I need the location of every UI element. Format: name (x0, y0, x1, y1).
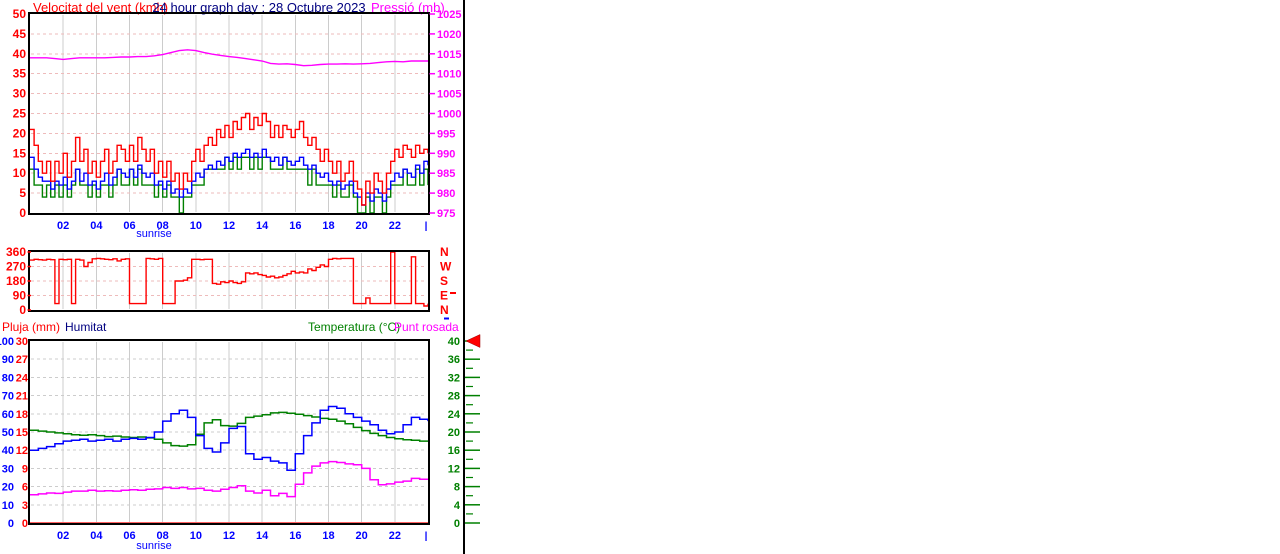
axis-tick-label: 50 (2, 427, 14, 439)
axis-tick-label: 10 (13, 166, 27, 180)
axis-tick-label: 08 (157, 220, 169, 232)
axis-tick-label: 980 (437, 188, 455, 200)
axis-tick-label: 18 (322, 220, 334, 232)
axis-tick-label: 08 (157, 530, 169, 542)
axis-tick-label: 180 (6, 274, 26, 288)
axis-tick-label: 25 (13, 107, 27, 121)
axis-tick-label: 3 (22, 500, 28, 512)
axis-tick-label: 16 (289, 220, 301, 232)
axis-tick-label: 35 (13, 67, 27, 81)
axis-tick-label: 27 (16, 354, 28, 366)
compass-label: E (440, 289, 448, 303)
axis-tick-label: 12 (223, 530, 235, 542)
axis-tick-label: 70 (2, 391, 14, 403)
axis-tick-label: 36 (448, 354, 460, 366)
axis-tick-label: 20 (2, 482, 14, 494)
axis-tick-label: 02 (57, 220, 69, 232)
axis-tick-label: 60 (2, 409, 14, 421)
axis-tick-label: 04 (90, 530, 103, 542)
axis-tick-label: 0 (19, 303, 26, 317)
axis-tick-label: 40 (2, 445, 14, 457)
axis-tick-label: 40 (448, 336, 460, 348)
weather-24h-graph-page: Velocitat del vent (kmh) 24 hour graph d… (0, 0, 1280, 554)
axis-tick-label: 360 (6, 245, 26, 259)
wind-pressure-chart: 0510152025303540455097598098599099510001… (13, 7, 462, 232)
axis-tick-label: 10 (190, 220, 202, 232)
rain-humidity-temperature-chart: 0102030405060708090100036912151821242730… (0, 334, 481, 542)
axis-tick-label: 4 (454, 500, 461, 512)
axis-tick-label: 5 (19, 186, 26, 200)
axis-tick-label: 975 (437, 208, 455, 220)
axis-tick-label: 90 (13, 289, 27, 303)
axis-tick-label: 24 (16, 372, 29, 384)
axis-tick-label: 06 (123, 220, 135, 232)
axis-tick-label: 100 (0, 336, 14, 348)
axis-tick-label: 1000 (437, 109, 461, 121)
axis-tick-label: 16 (289, 530, 301, 542)
axis-tick-label: 16 (448, 445, 460, 457)
temp-scale-arrow-marker (465, 334, 481, 348)
axis-tick-label: 0 (454, 518, 460, 530)
axis-tick-label: 270 (6, 260, 26, 274)
axis-tick-label: 22 (389, 220, 401, 232)
axis-tick-label: 24 (448, 409, 461, 421)
axis-tick-label: 20 (13, 126, 27, 140)
axis-tick-label: 15 (16, 427, 28, 439)
axis-tick-label: 10 (2, 500, 14, 512)
axis-tick-label: 0 (8, 518, 14, 530)
axis-tick-label: 18 (16, 409, 28, 421)
axis-tick-label: 990 (437, 148, 455, 160)
axis-tick-label: 30 (2, 463, 14, 475)
axis-tick-label: 30 (16, 336, 28, 348)
axis-tick-label: 1010 (437, 69, 461, 81)
temp-scale-divider-line (463, 0, 465, 554)
axis-tick-label: 21 (16, 391, 28, 403)
axis-tick-label: 20 (448, 427, 460, 439)
axis-tick-label: 40 (13, 47, 27, 61)
direction-marker (450, 292, 456, 294)
axis-tick-label: 06 (123, 530, 135, 542)
compass-label: N (440, 303, 449, 317)
axis-tick-label: 45 (13, 27, 27, 41)
axis-tick-label: 12 (16, 445, 28, 457)
compass-label: S (440, 274, 448, 288)
axis-tick-label: 02 (57, 530, 69, 542)
charts-canvas: 0510152025303540455097598098599099510001… (0, 7, 481, 542)
axis-tick-label: 8 (454, 482, 460, 494)
axis-tick-label: 1005 (437, 89, 461, 101)
axis-tick-label: 15 (13, 146, 27, 160)
axis-tick-label: 0 (19, 206, 26, 220)
axis-tick-label: 30 (13, 87, 27, 101)
axis-tick-label: 1020 (437, 29, 461, 41)
axis-tick-label: 20 (356, 220, 368, 232)
axis-tick-label: 9 (22, 463, 28, 475)
axis-tick-label: 14 (256, 530, 269, 542)
axis-tick-label: 1025 (437, 9, 461, 21)
axis-tick-label: 12 (448, 463, 460, 475)
direction-marker-blue (444, 317, 449, 320)
axis-tick-label: 22 (389, 530, 401, 542)
axis-tick-label: 1015 (437, 49, 461, 61)
axis-tick-label: 28 (448, 391, 460, 403)
axis-tick-label: 20 (356, 530, 368, 542)
x-axis-end-tick: | (425, 531, 428, 542)
x-axis-end-tick: | (425, 221, 428, 232)
axis-tick-label: 985 (437, 168, 455, 180)
axis-tick-label: 6 (22, 482, 28, 494)
axis-tick-label: 995 (437, 128, 455, 140)
axis-tick-label: 12 (223, 220, 235, 232)
axis-tick-label: 50 (13, 7, 27, 21)
axis-tick-label: 10 (190, 530, 202, 542)
axis-tick-label: 32 (448, 372, 460, 384)
compass-label: N (440, 245, 449, 259)
axis-tick-label: 0 (22, 518, 28, 530)
axis-tick-label: 18 (322, 530, 334, 542)
compass-label: W (440, 260, 452, 274)
axis-tick-label: 14 (256, 220, 269, 232)
axis-tick-label: 80 (2, 372, 14, 384)
wind-direction-chart: 090180270360 NWSEN (6, 245, 456, 320)
axis-tick-label: 90 (2, 354, 14, 366)
axis-tick-label: 04 (90, 220, 103, 232)
